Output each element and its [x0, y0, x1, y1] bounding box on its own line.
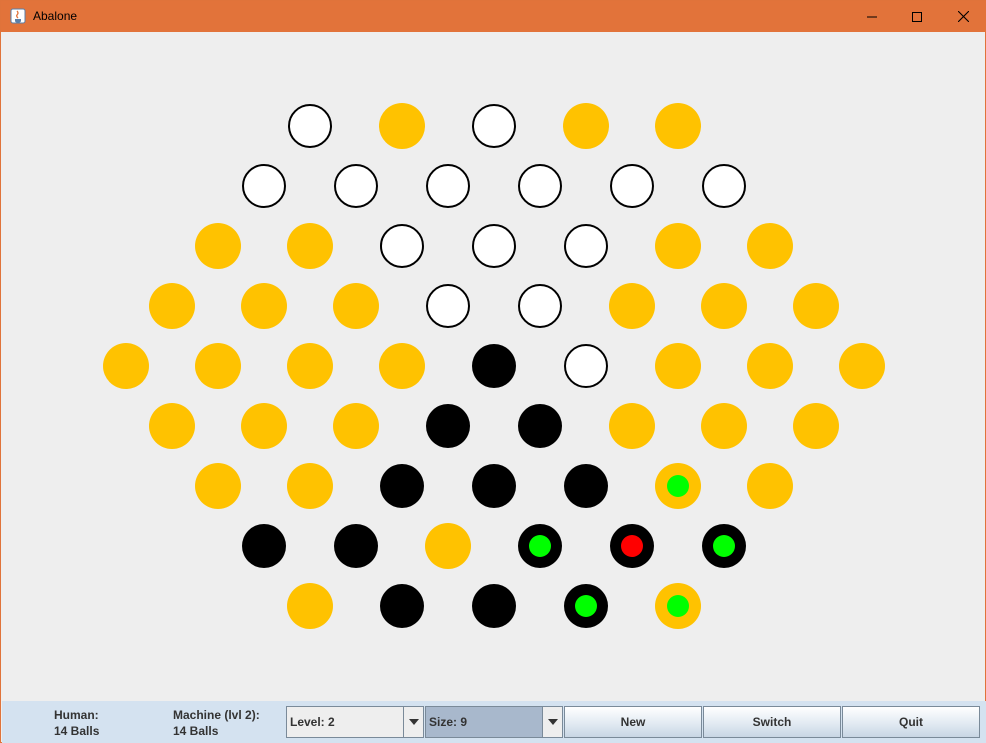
size-select[interactable]: Size: 9	[425, 706, 563, 738]
black-marble[interactable]	[472, 344, 516, 388]
black-marble[interactable]	[518, 404, 562, 448]
quit-button[interactable]: Quit	[842, 706, 980, 738]
human-label: Human:	[54, 708, 99, 722]
empty-cell[interactable]	[609, 403, 655, 449]
empty-cell[interactable]	[747, 343, 793, 389]
white-marble[interactable]	[426, 284, 470, 328]
empty-cell[interactable]	[195, 223, 241, 269]
empty-cell[interactable]	[241, 403, 287, 449]
maximize-button[interactable]	[894, 1, 940, 32]
empty-cell[interactable]	[287, 463, 333, 509]
empty-cell[interactable]	[701, 283, 747, 329]
white-marble[interactable]	[564, 344, 608, 388]
empty-cell[interactable]	[333, 283, 379, 329]
close-icon	[957, 11, 969, 22]
title-bar[interactable]: Abalone	[1, 1, 986, 32]
empty-cell[interactable]	[149, 403, 195, 449]
human-balls: 14 Balls	[54, 724, 100, 738]
status-bar: Human: 14 Balls Machine (lvl 2): 14 Ball…	[2, 701, 986, 743]
white-marble[interactable]	[288, 104, 332, 148]
empty-cell[interactable]	[333, 403, 379, 449]
black-marble[interactable]	[426, 404, 470, 448]
empty-cell[interactable]	[195, 463, 241, 509]
empty-cell[interactable]	[287, 223, 333, 269]
white-marble[interactable]	[702, 164, 746, 208]
black-marble[interactable]	[380, 464, 424, 508]
empty-cell[interactable]	[839, 343, 885, 389]
move-marker	[713, 535, 735, 557]
white-marble[interactable]	[472, 224, 516, 268]
chevron-down-icon	[547, 719, 558, 725]
app-window: Abalone Human: 14 Balls Machine (lvl 2):…	[0, 0, 986, 743]
empty-cell[interactable]	[287, 583, 333, 629]
empty-cell[interactable]	[701, 403, 747, 449]
white-marble[interactable]	[610, 164, 654, 208]
level-value: Level: 2	[290, 715, 335, 729]
game-board[interactable]	[2, 32, 986, 701]
machine-label: Machine (lvl 2):	[173, 708, 260, 722]
empty-cell[interactable]	[793, 403, 839, 449]
move-marker	[667, 475, 689, 497]
move-marker	[575, 595, 597, 617]
empty-cell[interactable]	[655, 103, 701, 149]
black-marble[interactable]	[380, 584, 424, 628]
empty-cell[interactable]	[149, 283, 195, 329]
level-select[interactable]: Level: 2	[286, 706, 424, 738]
machine-score: Machine (lvl 2): 14 Balls	[173, 707, 260, 739]
move-marker	[667, 595, 689, 617]
window-title: Abalone	[33, 9, 78, 23]
white-marble[interactable]	[472, 104, 516, 148]
java-icon	[10, 8, 26, 24]
black-marble[interactable]	[242, 524, 286, 568]
move-marker	[529, 535, 551, 557]
empty-cell[interactable]	[103, 343, 149, 389]
chevron-down-icon	[408, 719, 419, 725]
maximize-icon	[912, 11, 922, 22]
level-dropdown-button[interactable]	[403, 707, 423, 737]
empty-cell[interactable]	[747, 223, 793, 269]
size-value: Size: 9	[429, 715, 468, 729]
black-marble[interactable]	[564, 464, 608, 508]
white-marble[interactable]	[426, 164, 470, 208]
minimize-button[interactable]	[849, 1, 895, 32]
empty-cell[interactable]	[241, 283, 287, 329]
black-marble[interactable]	[334, 524, 378, 568]
new-game-button[interactable]: New	[564, 706, 702, 738]
empty-cell[interactable]	[563, 103, 609, 149]
minimize-icon	[867, 16, 877, 17]
empty-cell[interactable]	[379, 343, 425, 389]
white-marble[interactable]	[380, 224, 424, 268]
switch-button[interactable]: Switch	[703, 706, 841, 738]
target-marker	[621, 535, 643, 557]
machine-balls: 14 Balls	[173, 724, 219, 738]
empty-cell[interactable]	[793, 283, 839, 329]
black-marble[interactable]	[472, 464, 516, 508]
size-dropdown-button[interactable]	[542, 707, 562, 737]
empty-cell[interactable]	[609, 283, 655, 329]
empty-cell[interactable]	[747, 463, 793, 509]
black-marble[interactable]	[472, 584, 516, 628]
white-marble[interactable]	[518, 164, 562, 208]
empty-cell[interactable]	[655, 223, 701, 269]
white-marble[interactable]	[518, 284, 562, 328]
close-button[interactable]	[940, 1, 986, 32]
empty-cell[interactable]	[379, 103, 425, 149]
empty-cell[interactable]	[425, 523, 471, 569]
empty-cell[interactable]	[195, 343, 241, 389]
empty-cell[interactable]	[655, 343, 701, 389]
white-marble[interactable]	[242, 164, 286, 208]
white-marble[interactable]	[334, 164, 378, 208]
empty-cell[interactable]	[287, 343, 333, 389]
white-marble[interactable]	[564, 224, 608, 268]
human-score: Human: 14 Balls	[54, 707, 99, 739]
